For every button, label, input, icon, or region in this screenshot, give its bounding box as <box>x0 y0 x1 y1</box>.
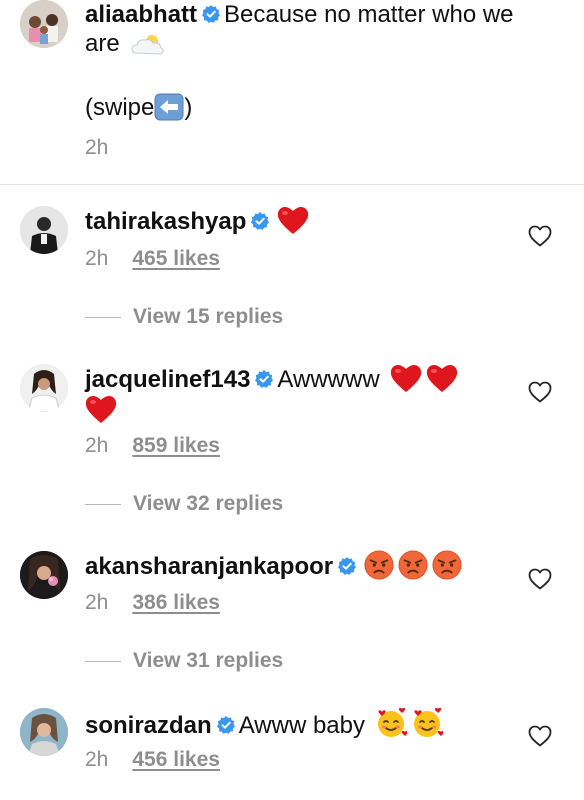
caption-line-1: aliaabhatt Because no matter who we <box>85 0 514 30</box>
comment-username[interactable]: jacquelinef143 <box>85 366 250 393</box>
angry-face-emoji-icon <box>364 550 394 580</box>
comment-meta: 2h 386 likes <box>85 591 220 615</box>
verified-badge-icon <box>202 5 220 23</box>
like-heart-outline-icon[interactable] <box>528 225 552 247</box>
comment-meta: 2h 456 likes <box>85 748 220 772</box>
caption-text-1: Because no matter who we <box>224 1 514 28</box>
comment-username[interactable]: tahirakashyap <box>85 208 246 235</box>
caption-username[interactable]: aliaabhatt <box>85 1 197 28</box>
angry-face-emoji-icon <box>398 550 428 580</box>
comment-line: tahirakashyap <box>85 205 309 237</box>
caption-line-2: are <box>85 29 166 59</box>
caption-swipe-line: (swipe ) <box>85 93 192 123</box>
comment-time: 2h <box>85 748 109 771</box>
likes-count[interactable]: 465 likes <box>132 247 220 270</box>
comment-meta: 2h 859 likes <box>85 434 220 458</box>
comment-line-2 <box>81 394 117 426</box>
like-heart-outline-icon[interactable] <box>528 381 552 403</box>
avatar[interactable] <box>20 551 68 599</box>
heart-emoji-icon <box>277 205 309 235</box>
like-heart-outline-icon[interactable] <box>528 568 552 590</box>
comment-meta: 2h 465 likes <box>85 247 220 271</box>
heart-emoji-icon <box>390 363 422 393</box>
verified-badge-icon <box>217 716 235 734</box>
comment-username[interactable]: akansharanjankapoor <box>85 553 333 580</box>
swipe-text-close: ) <box>184 94 193 121</box>
post-caption: aliaabhatt Because no matter who we are (… <box>0 0 584 185</box>
comment-text: Awww baby <box>238 712 365 739</box>
verified-badge-icon <box>255 370 273 388</box>
comment-line: jacquelinef143 Awwwww <box>85 363 458 395</box>
likes-count[interactable]: 456 likes <box>132 748 220 771</box>
smiling-hearts-emoji-icon <box>375 707 407 739</box>
heart-emoji-icon <box>426 363 458 393</box>
cloud-sun-emoji-icon <box>131 35 165 55</box>
view-replies-label: View 32 replies <box>133 492 284 515</box>
heart-emoji-icon <box>85 394 117 424</box>
comment-text: Awwwww <box>277 366 380 393</box>
comment-time: 2h <box>85 591 109 614</box>
divider <box>85 503 121 505</box>
view-replies-button[interactable]: View 15 replies <box>85 305 283 329</box>
angry-face-emoji-icon <box>432 550 462 580</box>
avatar[interactable] <box>20 0 68 48</box>
comment-line: akansharanjankapoor <box>85 550 462 582</box>
avatar[interactable] <box>20 206 68 254</box>
verified-badge-icon <box>338 557 356 575</box>
view-replies-button[interactable]: View 32 replies <box>85 492 283 516</box>
caption-text-2: are <box>85 30 120 57</box>
likes-count[interactable]: 386 likes <box>132 591 220 614</box>
comment-time: 2h <box>85 247 109 270</box>
avatar[interactable] <box>20 364 68 412</box>
like-heart-outline-icon[interactable] <box>528 725 552 747</box>
avatar[interactable] <box>20 708 68 756</box>
smiling-hearts-emoji-icon <box>411 707 443 739</box>
swipe-text: (swipe <box>85 94 155 121</box>
comment-line: sonirazdan Awww baby <box>85 707 443 741</box>
divider <box>85 316 121 318</box>
comment-username[interactable]: sonirazdan <box>85 712 212 739</box>
likes-count[interactable]: 859 likes <box>132 434 220 457</box>
divider <box>85 660 121 662</box>
view-replies-label: View 15 replies <box>133 305 284 328</box>
left-arrow-emoji-icon <box>154 93 184 121</box>
view-replies-button[interactable]: View 31 replies <box>85 649 283 673</box>
view-replies-label: View 31 replies <box>133 649 284 672</box>
caption-timestamp: 2h <box>85 136 109 159</box>
verified-badge-icon <box>251 212 269 230</box>
comment-time: 2h <box>85 434 109 457</box>
